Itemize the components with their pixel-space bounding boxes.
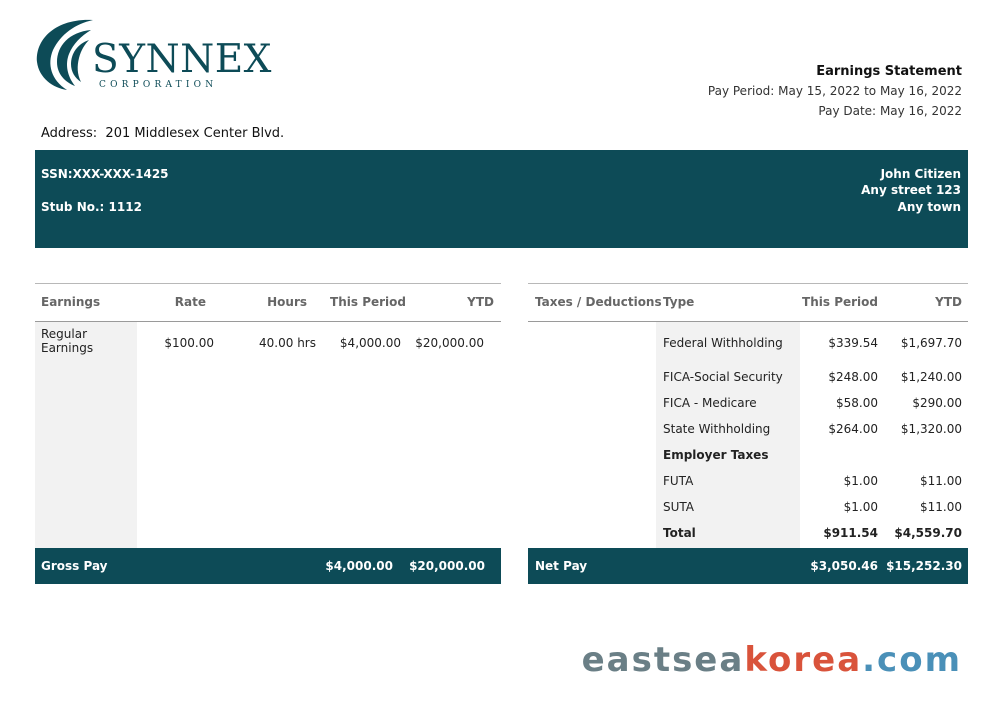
divider	[528, 283, 968, 284]
pay-period: Pay Period: May 15, 2022 to May 16, 2022	[708, 84, 962, 98]
gross-pay-label: Gross Pay	[41, 559, 108, 573]
watermark-part3: .com	[862, 640, 962, 680]
watermark: eastseakorea.com	[582, 640, 962, 680]
gross-pay-bar: Gross Pay $4,000.00 $20,000.00	[35, 548, 501, 584]
tax-type: State Withholding	[663, 422, 771, 436]
earning-hours: 40.00 hrs	[259, 336, 316, 350]
tax-this-period: $58.00	[836, 396, 878, 410]
ssn-line: SSN:XXX-XXX-1425	[41, 167, 169, 181]
total-ytd: $4,559.70	[894, 526, 962, 540]
pay-period-label: Pay Period:	[707, 84, 775, 98]
employer-tax-type: FUTA	[663, 474, 694, 488]
tax-this-period: $264.00	[828, 422, 878, 436]
pay-period-start: May 15, 2022	[778, 84, 861, 98]
stub-value: 1112	[108, 200, 142, 214]
company-address: Address: 201 Middlesex Center Blvd.	[41, 126, 284, 141]
tax-ytd: $1,240.00	[900, 370, 962, 384]
address-label: Address:	[41, 126, 98, 141]
watermark-part1: eastsea	[581, 640, 745, 680]
employer-tax-type: SUTA	[663, 500, 695, 514]
divider	[35, 283, 501, 284]
employee-banner: SSN:XXX-XXX-1425 Stub No.: 1112 John Cit…	[35, 150, 968, 248]
employer-tax-ytd: $11.00	[920, 500, 962, 514]
statement-title: Earnings Statement	[816, 64, 962, 79]
employee-town: Any town	[897, 200, 961, 214]
tax-ytd: $290.00	[912, 396, 962, 410]
header-this-period: This Period	[802, 295, 878, 309]
tax-type: Federal Withholding	[663, 336, 783, 350]
total-this-period: $911.54	[823, 526, 878, 540]
employer-taxes-heading: Employer Taxes	[663, 448, 769, 462]
tax-type: FICA - Medicare	[663, 396, 757, 410]
tax-this-period: $248.00	[828, 370, 878, 384]
earnings-label-column	[35, 322, 137, 548]
tax-this-period: $339.54	[828, 336, 878, 350]
tax-ytd: $1,320.00	[900, 422, 962, 436]
watermark-part2: korea	[744, 640, 863, 680]
pay-date-label: Pay Date:	[818, 104, 877, 118]
employer-tax-ytd: $11.00	[920, 474, 962, 488]
pay-period-end: May 16, 2022	[879, 84, 962, 98]
employer-tax-this-period: $1.00	[843, 500, 878, 514]
earning-type-line2: Earnings	[41, 341, 94, 355]
address-value: 201 Middlesex Center Blvd.	[105, 126, 285, 141]
header-type: Type	[663, 295, 695, 309]
earning-ytd: $20,000.00	[415, 336, 484, 350]
company-logo-swoosh	[36, 19, 93, 90]
taxes-table: Taxes / Deductions Type This Period YTD …	[528, 283, 968, 584]
header-ytd: YTD	[935, 295, 962, 309]
earnings-table: Earnings Rate Hours This Period YTD Regu…	[35, 283, 501, 584]
net-pay-ytd: $15,252.30	[886, 559, 962, 573]
earning-type: Regular Earnings	[41, 327, 93, 355]
pay-date-value: May 16, 2022	[879, 104, 962, 118]
header-taxes-deductions: Taxes / Deductions	[535, 295, 662, 309]
header-ytd: YTD	[467, 295, 494, 309]
stub-line: Stub No.: 1112	[41, 200, 142, 214]
header-rate: Rate	[174, 295, 206, 309]
header-hours: Hours	[267, 295, 307, 309]
net-pay-bar: Net Pay $3,050.46 $15,252.30	[528, 548, 968, 584]
employer-tax-this-period: $1.00	[843, 474, 878, 488]
company-subtitle: CORPORATION	[99, 80, 218, 90]
header-earnings: Earnings	[41, 295, 101, 309]
gross-pay-ytd: $20,000.00	[409, 559, 485, 573]
total-label: Total	[663, 526, 696, 540]
net-pay-this-period: $3,050.46	[810, 559, 878, 573]
net-pay-label: Net Pay	[535, 559, 588, 573]
employee-name: John Citizen	[880, 167, 961, 181]
gross-pay-this-period: $4,000.00	[325, 559, 393, 573]
tax-ytd: $1,697.70	[900, 336, 962, 350]
company-name: SYNNEX	[92, 37, 272, 82]
earning-this-period: $4,000.00	[339, 336, 401, 350]
tax-type: FICA-Social Security	[663, 370, 783, 384]
ssn-value: XXX-XXX-1425	[72, 167, 169, 181]
header-this-period: This Period	[330, 295, 406, 309]
pay-date: Pay Date: May 16, 2022	[818, 104, 962, 118]
earning-type-line1: Regular	[41, 327, 88, 341]
ssn-label: SSN:	[41, 167, 73, 181]
pay-period-to: to	[864, 84, 877, 98]
employee-street: Any street 123	[861, 183, 961, 197]
earning-rate: $100.00	[164, 336, 214, 350]
stub-label: Stub No.:	[41, 200, 105, 214]
